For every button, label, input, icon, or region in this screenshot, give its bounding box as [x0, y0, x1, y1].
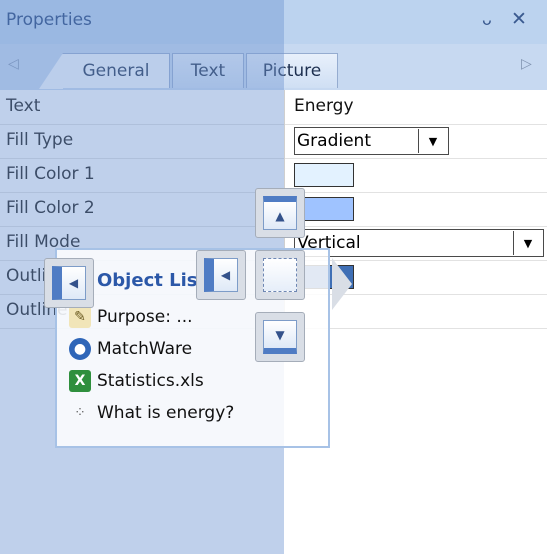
list-item-label: MatchWare	[97, 339, 193, 359]
list-item-label: What is energy?	[97, 403, 235, 423]
list-item-label: Statistics.xls	[97, 371, 204, 391]
list-item[interactable]: ⁘ What is energy?	[69, 398, 234, 428]
dock-bottom-icon: ▼	[263, 320, 297, 354]
dock-left-target[interactable]: ◀	[196, 250, 246, 300]
list-item[interactable]: X Statistics.xls	[69, 366, 204, 396]
excel-icon: X	[69, 370, 91, 392]
arrow-left-icon: ◀	[220, 268, 231, 282]
dock-far-left-icon: ◀	[52, 266, 86, 300]
pencil-doc-icon: ✎	[69, 306, 91, 328]
pin-icon[interactable]: ᴗ	[482, 10, 492, 29]
fill-type-value: Gradient	[297, 131, 371, 151]
arrow-down-icon: ▼	[275, 327, 285, 342]
list-item-label: Purpose: ...	[97, 307, 193, 327]
arrow-up-icon: ▲	[275, 208, 285, 223]
dropdown-arrow-icon[interactable]: ▼	[418, 129, 447, 153]
arrow-left-icon: ◀	[68, 276, 79, 290]
dock-far-left-target[interactable]: ◀	[44, 258, 94, 308]
fill-type-select[interactable]: Gradient ▼	[294, 127, 449, 155]
fill-color-1-swatch[interactable]	[294, 163, 354, 187]
close-icon[interactable]: ✕	[511, 8, 527, 30]
object-list-title: Object List	[97, 270, 207, 291]
property-value[interactable]: Energy	[294, 96, 354, 116]
dock-center-target[interactable]	[255, 250, 305, 300]
globe-person-icon: ●	[69, 338, 91, 360]
dock-right-pointer	[332, 258, 352, 310]
dropdown-arrow-icon[interactable]: ▼	[513, 231, 542, 255]
dock-center-icon	[263, 258, 297, 292]
dock-left-icon: ◀	[204, 258, 238, 292]
scroll-right-icon[interactable]: ▷	[521, 56, 532, 72]
dock-top-target[interactable]: ▲	[255, 188, 305, 238]
dock-top-icon: ▲	[263, 196, 297, 230]
dotted-path-icon: ⁘	[74, 405, 86, 421]
list-item[interactable]: ● MatchWare	[69, 334, 192, 364]
dock-bottom-target[interactable]: ▼	[255, 312, 305, 362]
